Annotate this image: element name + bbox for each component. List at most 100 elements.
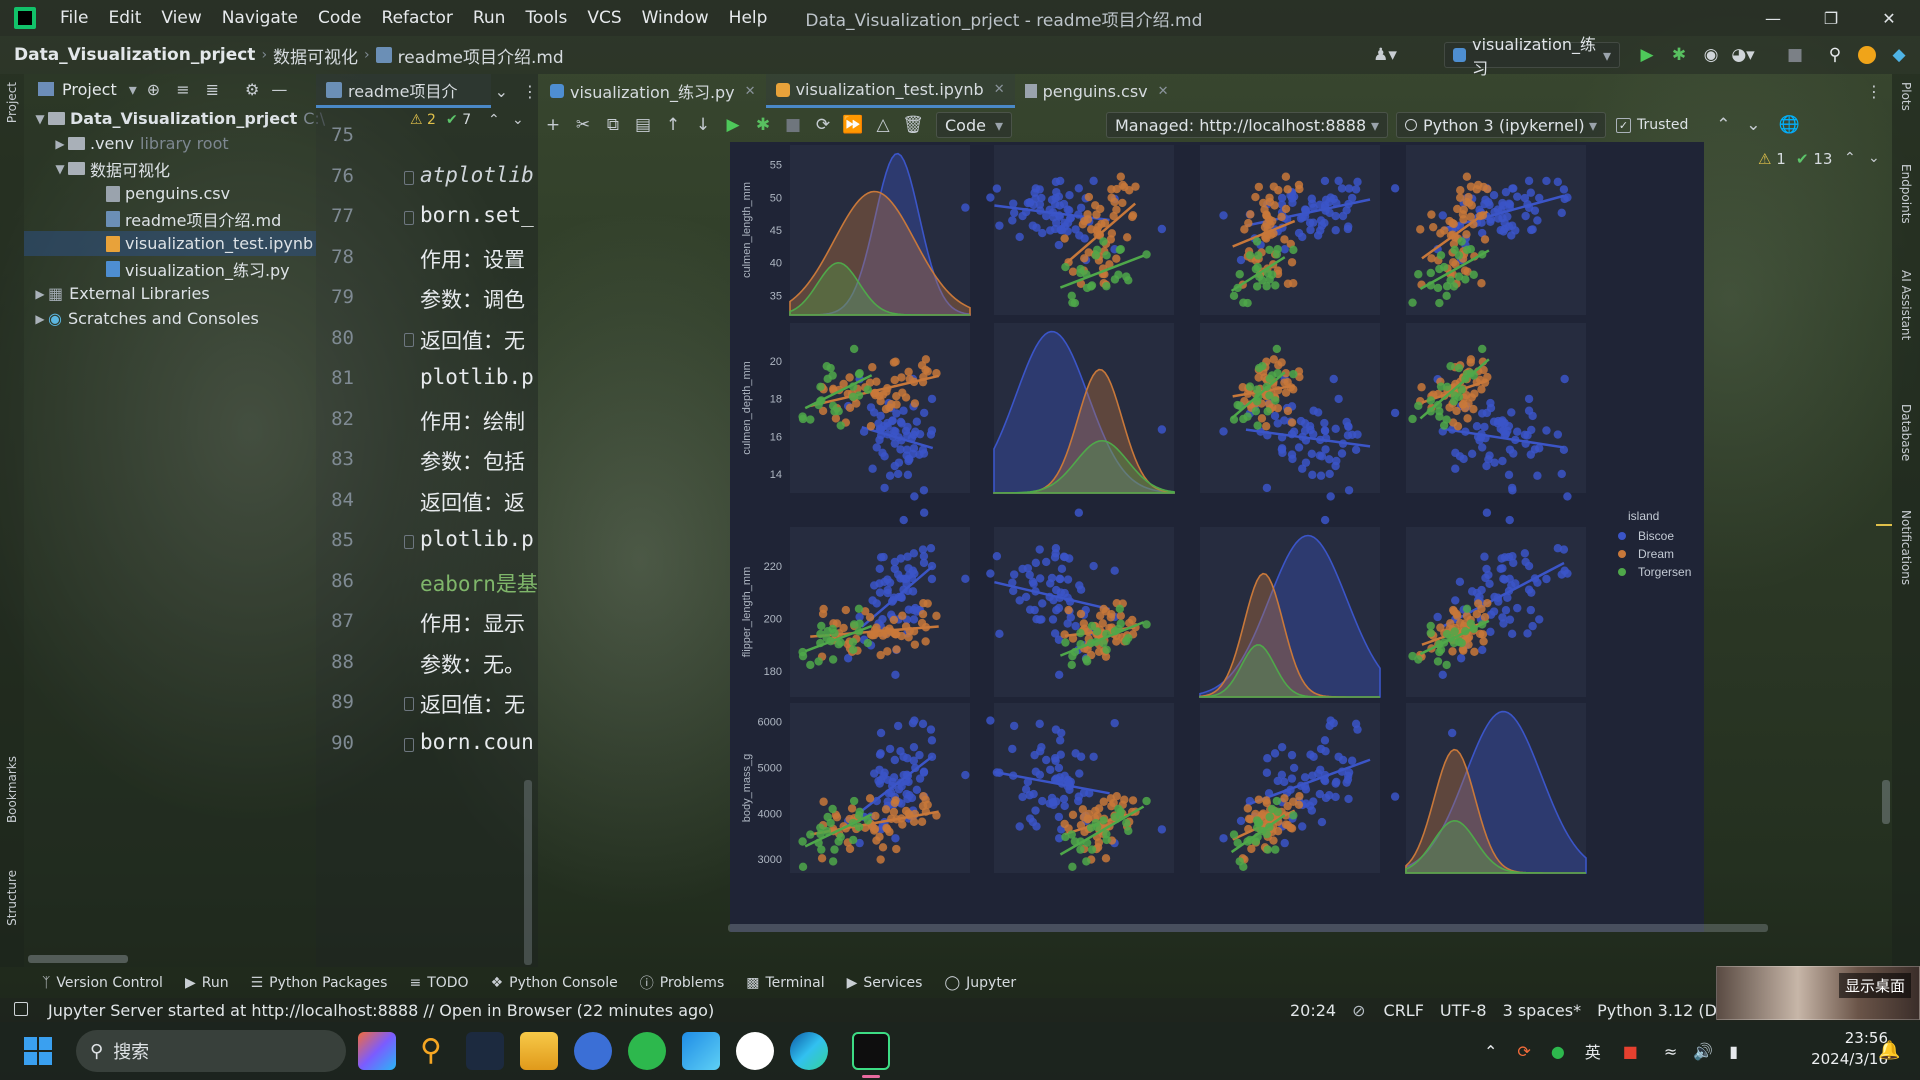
chevron-up-icon[interactable]: ⌃ xyxy=(488,112,500,128)
jupyter-server-select[interactable]: Managed: http://localhost:8888 ▾ xyxy=(1106,112,1388,138)
qq-icon[interactable] xyxy=(736,1032,774,1070)
expand-all-icon[interactable]: ≡ xyxy=(176,80,189,99)
code-line[interactable]: born.coun xyxy=(420,730,538,754)
file-encoding[interactable]: UTF-8 xyxy=(1440,1001,1487,1020)
target-icon[interactable]: ⊕ xyxy=(147,80,160,99)
structure-tool-tab[interactable]: Structure xyxy=(5,870,19,926)
indent-setting[interactable]: 3 spaces* xyxy=(1503,1001,1582,1020)
code-line[interactable]: born.set_ xyxy=(420,203,538,227)
wechat-icon[interactable] xyxy=(628,1032,666,1070)
wifi-icon[interactable]: ≈ xyxy=(1664,1042,1677,1061)
restart-kernel-icon[interactable]: ⟳ xyxy=(808,112,838,138)
services-tool[interactable]: ▶ Services xyxy=(847,975,923,991)
more-options-icon[interactable]: ⋮ xyxy=(1866,82,1882,101)
menu-item-run[interactable]: Run xyxy=(463,0,516,36)
account-icon[interactable]: ♟▾ xyxy=(1373,44,1397,66)
fold-marker-icon[interactable] xyxy=(404,535,414,549)
app-icon[interactable] xyxy=(466,1032,504,1070)
code-line[interactable]: 作用：显示 xyxy=(420,608,538,638)
coverage-icon[interactable]: ◉ xyxy=(1700,44,1722,66)
fold-marker-icon[interactable] xyxy=(404,737,414,752)
close-button[interactable]: ✕ xyxy=(1860,0,1918,36)
clock[interactable]: 23:56 2024/3/16 xyxy=(1792,1028,1888,1070)
chevron-down-icon[interactable]: ▾ xyxy=(129,80,137,99)
plots-tool-tab[interactable]: Plots xyxy=(1899,82,1913,111)
code-line[interactable]: 参数：包括 xyxy=(420,446,538,476)
tab-readme[interactable]: readme项目介 xyxy=(316,74,491,108)
taskbar-search[interactable]: ⚲ 搜索 xyxy=(76,1030,346,1072)
python-packages-tool[interactable]: ☰ Python Packages xyxy=(251,975,388,991)
tab-penguins-csv[interactable]: penguins.csv ✕ xyxy=(1015,74,1179,108)
tree-item-scratches[interactable]: ▶ ◉ Scratches and Consoles xyxy=(32,306,258,331)
notification-bell-icon[interactable]: 🔔 xyxy=(1878,1040,1900,1061)
run-tool[interactable]: ▶ Run xyxy=(185,975,229,991)
code-line[interactable]: atplotlib xyxy=(420,163,538,187)
todo-tool[interactable]: ≡ TODO xyxy=(409,975,468,991)
vertical-scrollbar[interactable] xyxy=(524,780,532,965)
delete-cell-icon[interactable]: 🗑 xyxy=(898,112,928,138)
debug-cell-icon[interactable]: ✱ xyxy=(748,112,778,138)
warning-count[interactable]: ⚠ 2 xyxy=(410,112,436,128)
bookmarks-tool-tab[interactable]: Bookmarks xyxy=(5,756,19,823)
add-cell-icon[interactable]: + xyxy=(538,112,568,138)
cell-type-select[interactable]: Code ▾ xyxy=(936,112,1012,138)
code-line[interactable]: 返回值：无 xyxy=(420,325,538,355)
kernel-select[interactable]: Python 3 (ipykernel) ▾ xyxy=(1396,112,1606,138)
battery-icon[interactable]: ▮ xyxy=(1729,1042,1738,1061)
run-all-icon[interactable]: ⏩ xyxy=(838,112,868,138)
breadcrumb-file[interactable]: readme项目介绍.md xyxy=(398,43,564,68)
tree-item-folder[interactable]: ▼ 数据可视化 xyxy=(52,156,170,181)
ime-indicator[interactable]: 英 xyxy=(1585,1039,1601,1063)
windows-start-icon[interactable] xyxy=(24,1037,52,1065)
sogou-icon[interactable]: ■ xyxy=(1623,1042,1638,1061)
check-count[interactable]: ✔ 13 xyxy=(1796,150,1832,168)
trusted-checkbox[interactable]: ✓ Trusted xyxy=(1616,117,1688,133)
show-desktop-preview[interactable]: 显示桌面 xyxy=(1716,966,1920,1020)
copilot-icon[interactable] xyxy=(358,1032,396,1070)
paste-icon[interactable]: ▤ xyxy=(628,112,658,138)
menu-item-vcs[interactable]: VCS xyxy=(577,0,631,36)
horizontal-scrollbar[interactable] xyxy=(728,924,1768,932)
menu-item-tools[interactable]: Tools xyxy=(515,0,577,36)
chevron-down-icon[interactable]: ⌄ xyxy=(1738,112,1768,138)
code-line[interactable]: 作用：设置 xyxy=(420,244,538,274)
tab-visualization-test-ipynb[interactable]: visualization_test.ipynb ✕ xyxy=(765,74,1015,108)
menu-item-edit[interactable]: Edit xyxy=(98,0,151,36)
breadcrumb-project[interactable]: Data_Visualization_prject xyxy=(14,45,255,65)
project-panel-title[interactable]: Project xyxy=(62,80,117,99)
chevron-down-icon[interactable]: ⌄ xyxy=(495,82,508,101)
toggle-panel-icon[interactable] xyxy=(14,1002,28,1016)
debug-icon[interactable]: ✱ xyxy=(1668,44,1690,66)
search-app-icon[interactable]: ⚲ xyxy=(412,1032,450,1070)
stop-icon[interactable]: ■ xyxy=(778,112,808,138)
fold-marker-icon[interactable] xyxy=(404,697,414,711)
vertical-scrollbar[interactable] xyxy=(1882,780,1890,824)
run-icon[interactable]: ▶ xyxy=(1636,44,1658,66)
code-line[interactable]: eaborn是基 xyxy=(420,568,538,598)
warning-count[interactable]: ⚠ 1 xyxy=(1758,150,1786,168)
fold-marker-icon[interactable] xyxy=(404,211,414,225)
breadcrumb-folder[interactable]: 数据可视化 xyxy=(273,43,358,68)
code-line[interactable]: 参数：无。 xyxy=(420,649,538,679)
tree-item-file[interactable]: penguins.csv xyxy=(106,181,230,206)
code-line[interactable]: 返回值：无 xyxy=(420,689,538,719)
more-options-icon[interactable]: ⋮ xyxy=(522,82,538,101)
update-icon[interactable] xyxy=(1856,44,1878,66)
notifications-tool-tab[interactable]: Notifications xyxy=(1899,510,1913,585)
globe-icon[interactable]: 🌐 xyxy=(1774,112,1804,138)
gear-icon[interactable]: ⚙ xyxy=(245,80,259,99)
plugin-icon[interactable]: ◆ xyxy=(1888,44,1910,66)
mail-icon[interactable] xyxy=(682,1032,720,1070)
check-count[interactable]: ✔ 7 xyxy=(446,112,471,128)
line-separator[interactable]: CRLF xyxy=(1384,1001,1424,1020)
copy-icon[interactable]: ⧉ xyxy=(598,112,628,138)
menu-item-window[interactable]: Window xyxy=(632,0,719,36)
code-line[interactable]: 参数：调色 xyxy=(420,284,538,314)
status-message[interactable]: Jupyter Server started at http://localho… xyxy=(48,1001,714,1020)
code-line[interactable]: plotlib.p xyxy=(420,527,538,551)
tree-item-file[interactable]: readme项目介绍.md xyxy=(106,206,281,231)
wechat-tray-icon[interactable]: ● xyxy=(1551,1042,1565,1061)
endpoints-tool-tab[interactable]: Endpoints xyxy=(1899,164,1913,224)
hide-panel-icon[interactable]: — xyxy=(271,80,287,99)
database-tool-tab[interactable]: Database xyxy=(1899,404,1913,461)
